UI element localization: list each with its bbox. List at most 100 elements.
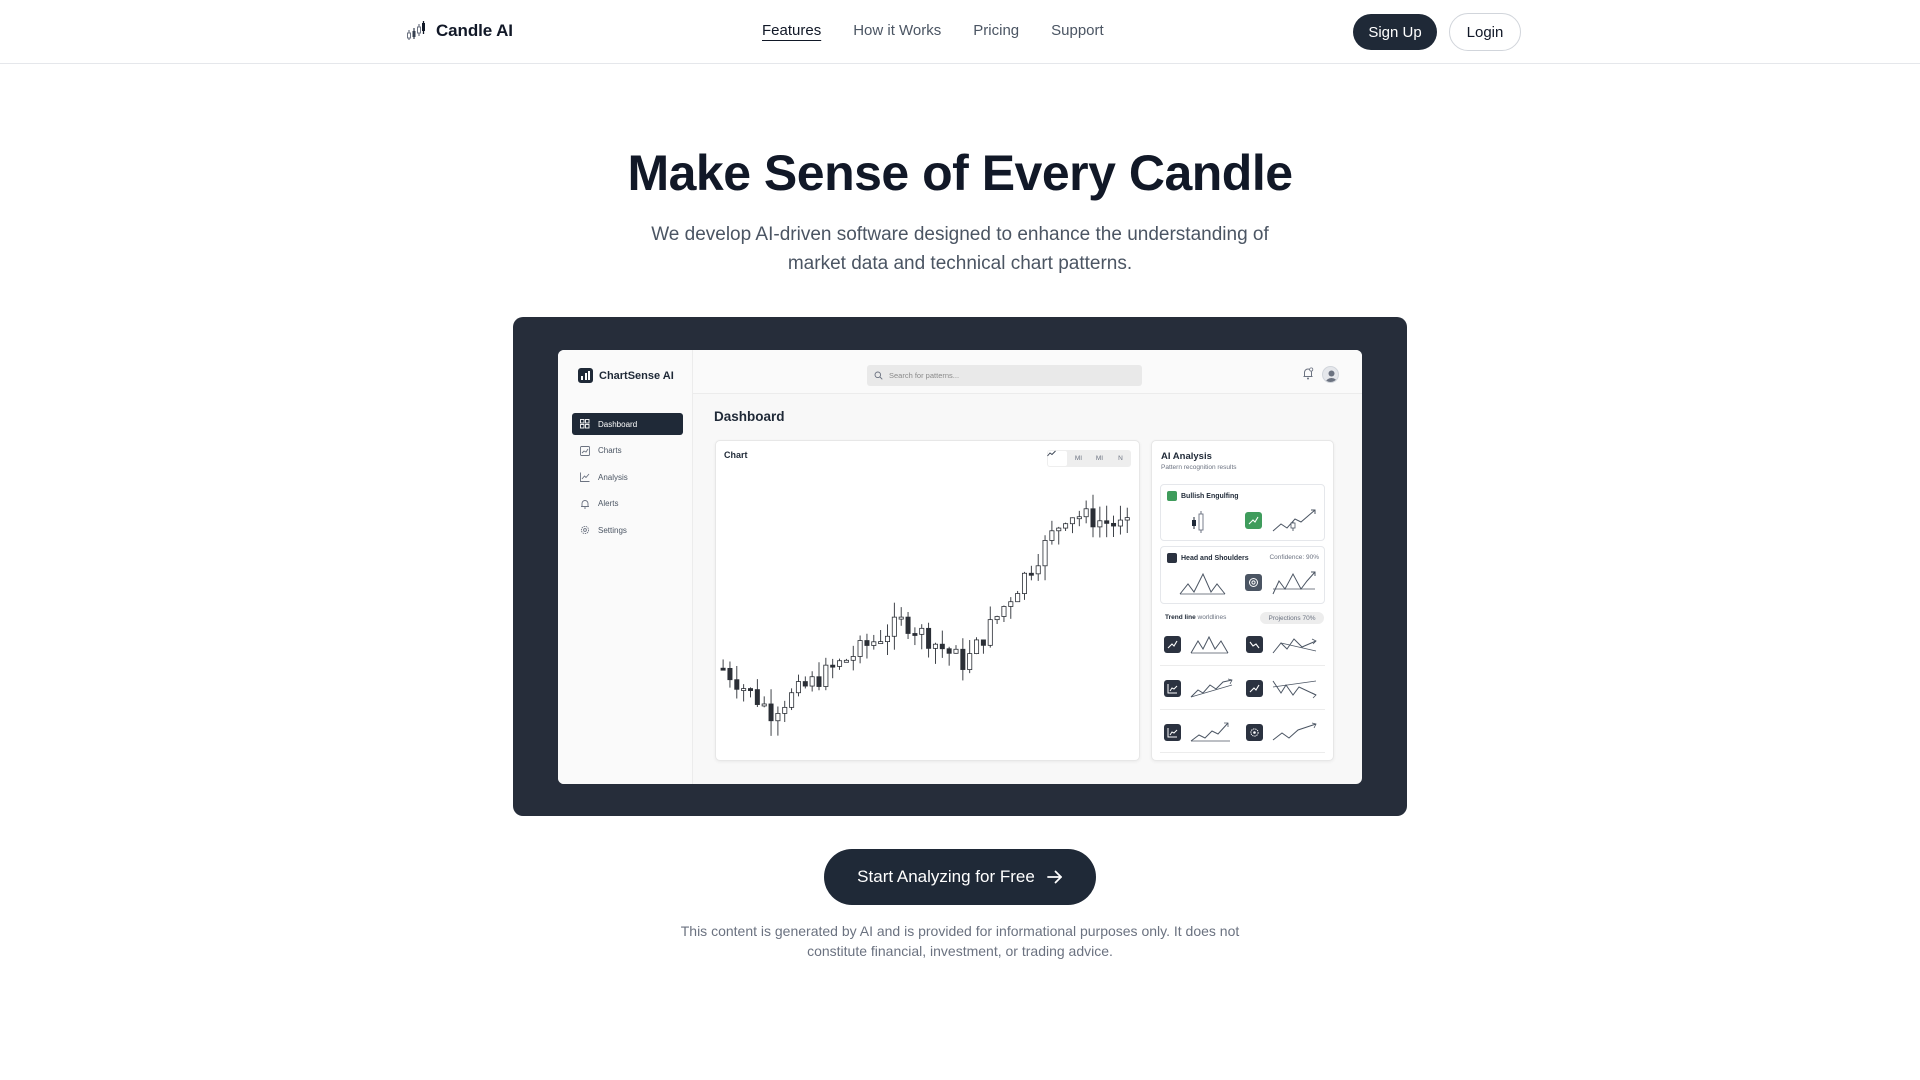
brand[interactable]: Candle AI xyxy=(406,20,513,42)
wedge-pattern-icon xyxy=(1272,638,1317,654)
bullish-pattern-icon xyxy=(1272,509,1316,532)
preview-chart-panel: Chart MI MI N xyxy=(715,440,1140,761)
descending-pattern-icon xyxy=(1272,680,1317,699)
candle-body xyxy=(782,706,788,714)
candle-body xyxy=(980,639,986,646)
engulfing-candles-icon xyxy=(1192,511,1204,533)
trend-up-icon[interactable] xyxy=(1246,680,1263,697)
pattern-card-bullish-engulfing[interactable]: Bullish Engulfing xyxy=(1160,484,1325,541)
dashboard-icon xyxy=(580,419,590,429)
trend-line-heading: Trend line worldlines xyxy=(1165,614,1226,621)
triple-top-icon xyxy=(1190,635,1229,654)
candlestick-icon xyxy=(406,20,426,42)
candle-body xyxy=(884,635,890,643)
candle-body xyxy=(1076,516,1082,520)
candle-body xyxy=(809,676,815,687)
preview-nav-label: Charts xyxy=(598,446,622,455)
trend-up-icon[interactable] xyxy=(1164,636,1181,653)
preview-search-placeholder: Search for patterns... xyxy=(889,371,960,380)
candle-body xyxy=(1001,606,1007,617)
preview-search-input[interactable]: Search for patterns... xyxy=(867,365,1142,386)
pattern-card-head-and-shoulders[interactable]: Head and Shoulders Confidence: 90% xyxy=(1160,546,1325,604)
pattern-name: Bullish Engulfing xyxy=(1181,492,1239,500)
avatar[interactable] xyxy=(1322,366,1339,383)
candle-body xyxy=(1111,522,1117,527)
preview-nav-label: Alerts xyxy=(598,499,619,508)
trend-line-sub: worldlines xyxy=(1197,614,1227,621)
candle-body xyxy=(926,627,932,649)
chart-up-icon[interactable] xyxy=(1164,724,1181,741)
candle-body xyxy=(734,679,740,690)
pattern-icon xyxy=(1167,553,1177,563)
ascending-channel-icon xyxy=(1190,678,1233,698)
trend-up-icon xyxy=(1245,512,1262,529)
trend-down-icon[interactable] xyxy=(1246,636,1263,653)
candle-body xyxy=(1083,508,1089,518)
candle-body xyxy=(1021,572,1027,594)
divider xyxy=(1160,709,1325,710)
candle-body xyxy=(864,640,870,646)
preview-nav-charts[interactable]: Charts xyxy=(572,440,683,462)
sign-up-button[interactable]: Sign Up xyxy=(1353,14,1437,50)
chart-up-icon[interactable] xyxy=(1164,680,1181,697)
candle-body xyxy=(754,689,760,705)
candle-body xyxy=(727,667,733,681)
pattern-name: Head and Shoulders xyxy=(1181,554,1249,562)
candle-body xyxy=(939,643,945,650)
candle-body xyxy=(1049,530,1055,541)
uptrend-line-icon xyxy=(1272,722,1317,741)
candle-body xyxy=(720,667,726,671)
breakout-pattern-icon xyxy=(1272,571,1316,595)
candle-body xyxy=(1104,520,1110,524)
gear-icon[interactable] xyxy=(1246,724,1263,741)
preview-nav-label: Settings xyxy=(598,525,627,535)
analysis-icon xyxy=(580,472,590,482)
breakout-up-icon xyxy=(1190,722,1230,742)
head-shoulders-icon xyxy=(1179,572,1226,595)
candle-body xyxy=(1124,517,1130,521)
candle-body xyxy=(1117,519,1123,527)
login-button[interactable]: Login xyxy=(1449,13,1521,51)
candle-body xyxy=(802,681,808,687)
candle-body xyxy=(1063,523,1069,529)
candle-body xyxy=(761,703,767,707)
candle-body xyxy=(946,648,952,654)
preview-sidebar: ChartSense AI Dashboard Charts Analysis xyxy=(558,350,693,784)
candle-body xyxy=(953,648,959,654)
candle-body xyxy=(1015,593,1021,603)
preview-brand: ChartSense AI xyxy=(578,368,674,383)
preview-nav-settings[interactable]: Settings xyxy=(572,519,683,541)
candle-body xyxy=(1090,508,1096,528)
ai-analysis-title: AI Analysis xyxy=(1161,451,1212,462)
candlestick-chart[interactable] xyxy=(716,441,1141,762)
candle-body xyxy=(789,692,795,708)
candle-body xyxy=(741,688,747,691)
candle-body xyxy=(830,664,836,668)
nav-link-pricing[interactable]: Pricing xyxy=(973,22,1019,39)
ai-analysis-subtitle: Pattern recognition results xyxy=(1161,464,1237,471)
nav-link-features[interactable]: Features xyxy=(762,22,821,39)
notification-bell-icon[interactable] xyxy=(1302,367,1314,380)
pattern-card-header: Head and Shoulders xyxy=(1167,553,1249,563)
preview-nav-analysis[interactable]: Analysis xyxy=(572,466,683,488)
candle-body xyxy=(871,641,877,646)
candle-body xyxy=(919,627,925,635)
hero-title: Make Sense of Every Candle xyxy=(627,145,1293,201)
candle-body xyxy=(857,640,863,657)
preview-nav-dashboard[interactable]: Dashboard xyxy=(572,413,683,435)
candle-body xyxy=(994,616,1000,621)
candle-body xyxy=(905,616,911,634)
candle-body xyxy=(1028,572,1034,576)
candle-body xyxy=(1008,601,1014,607)
preview-nav-label: Dashboard xyxy=(598,419,638,429)
nav-link-support[interactable]: Support xyxy=(1051,22,1104,39)
start-analyzing-button[interactable]: Start Analyzing for Free xyxy=(824,849,1096,905)
candle-body xyxy=(967,653,973,670)
projection-badge: Projections 70% xyxy=(1260,612,1324,624)
nav-link-how-it-works[interactable]: How it Works xyxy=(853,22,941,39)
gear-icon xyxy=(580,525,590,535)
preview-nav-alerts[interactable]: Alerts xyxy=(572,493,683,515)
top-navbar: Candle AI Features How it Works Pricing … xyxy=(0,0,1920,64)
preview-nav-label: Analysis xyxy=(598,472,628,482)
brand-name: Candle AI xyxy=(436,21,513,40)
